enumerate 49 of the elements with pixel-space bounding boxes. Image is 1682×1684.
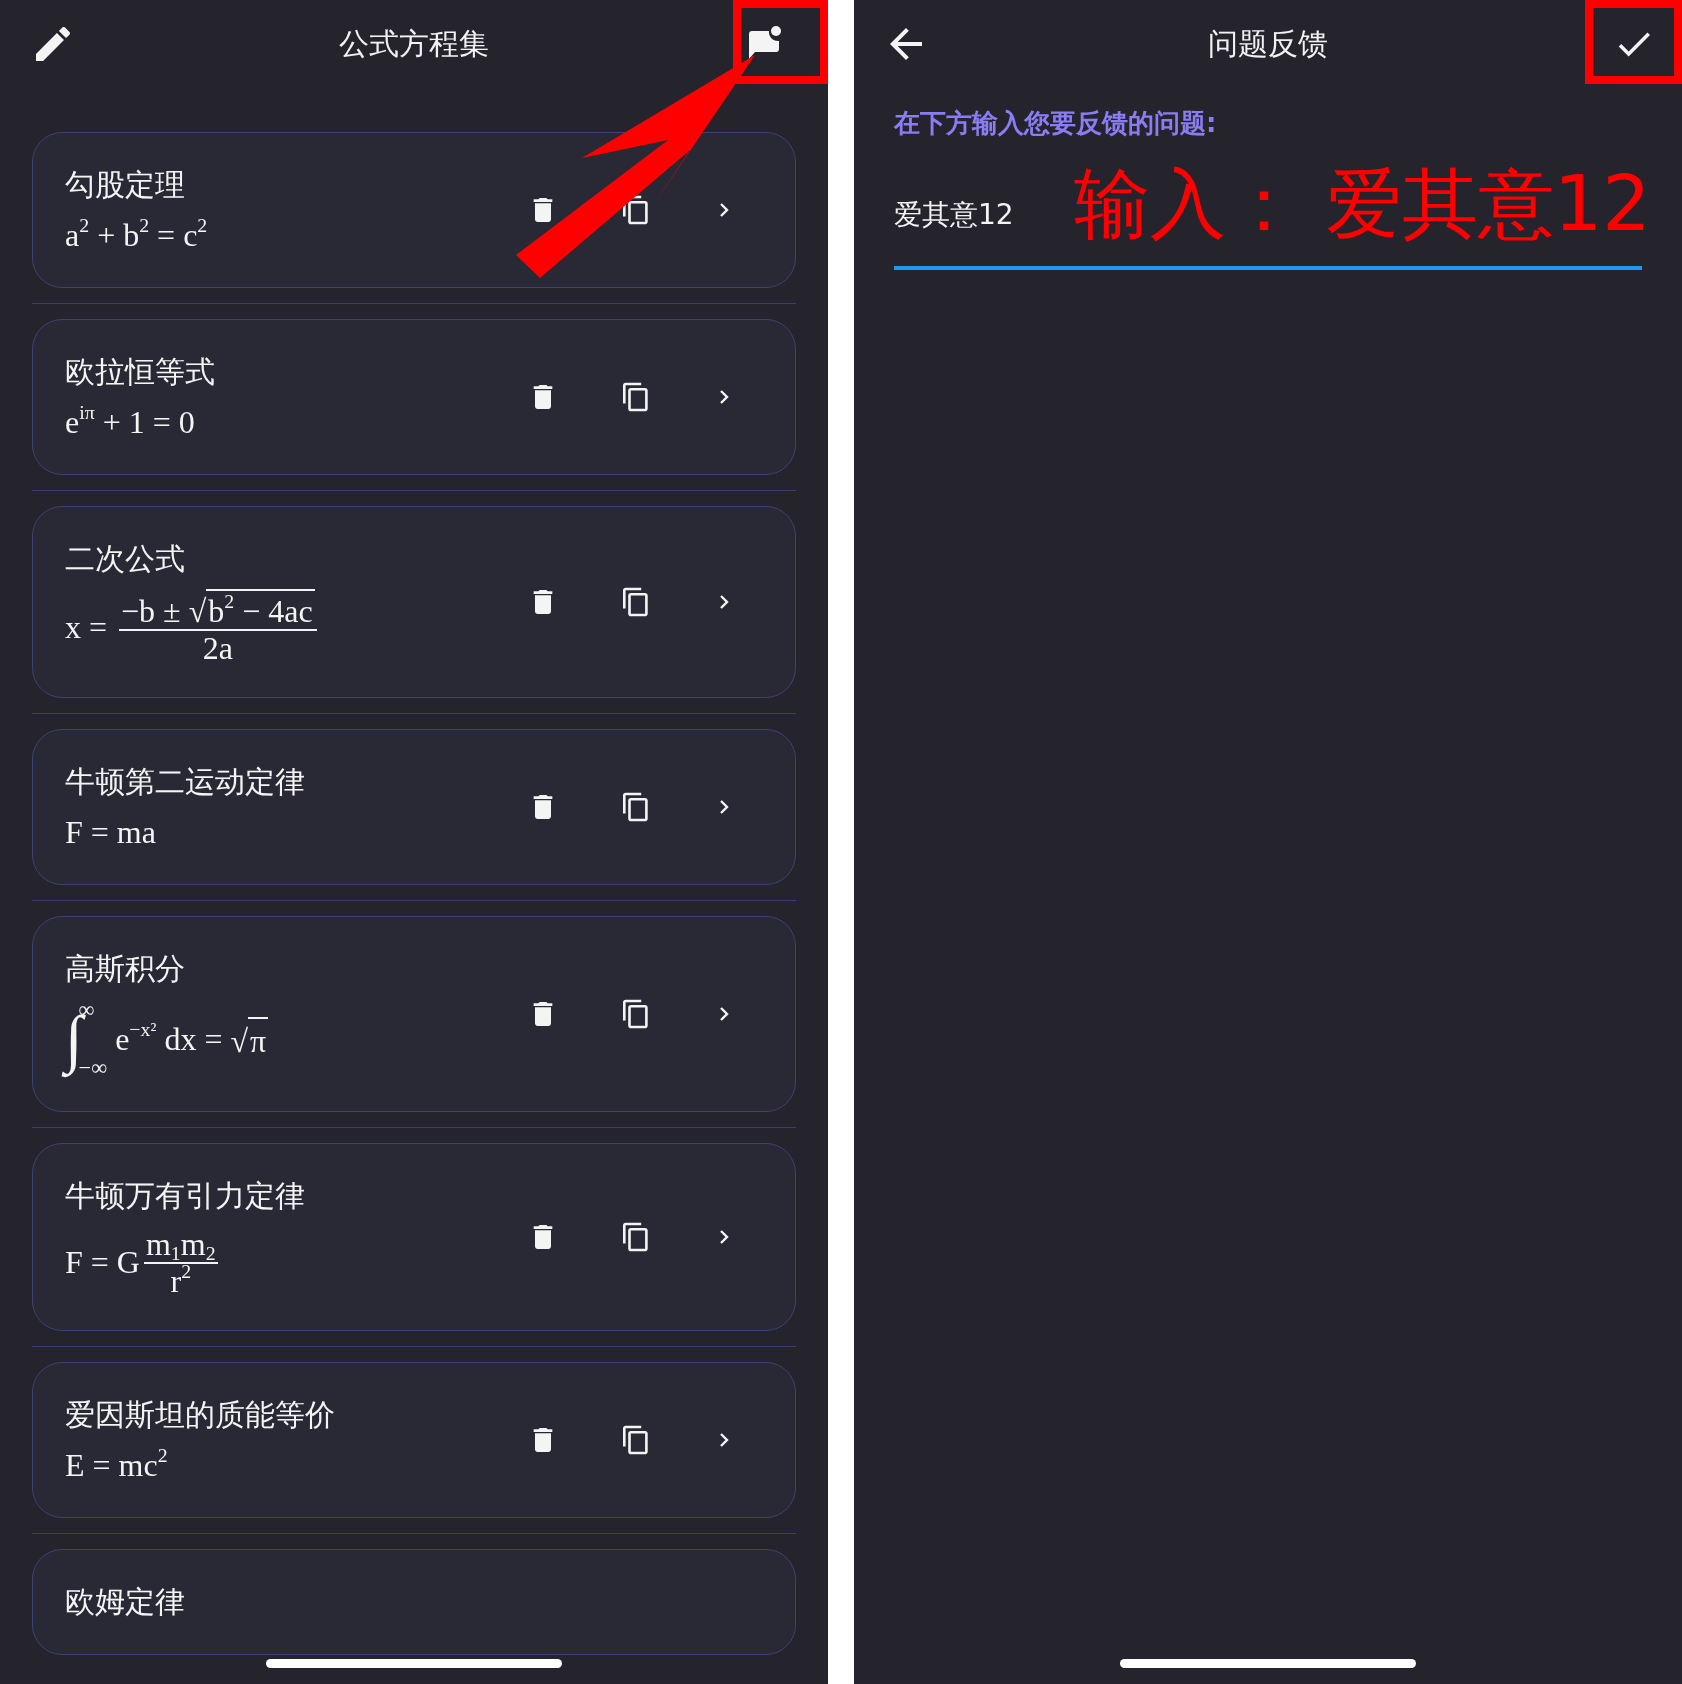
screen-title: 问题反馈 [1208, 26, 1328, 61]
formula-card[interactable]: 牛顿万有引力定律 F = G m$_{1}$m$_{2}$ r$^{2}$ [32, 1143, 796, 1331]
chevron-right-icon[interactable] [719, 389, 729, 405]
chevron-right-icon[interactable] [719, 1229, 729, 1245]
formula-title: 牛顿万有引力定律 [65, 1177, 305, 1215]
trash-icon[interactable] [533, 385, 553, 409]
chevron-right-icon[interactable] [719, 594, 729, 610]
trash-icon[interactable] [533, 198, 553, 222]
formula-title: 欧拉恒等式 [65, 353, 215, 391]
formula-card[interactable]: 欧拉恒等式 e$^{iπ}$ + 1 = 0 [32, 319, 796, 475]
formula-card[interactable]: 欧姆定律 [32, 1549, 796, 1655]
trash-icon[interactable] [533, 590, 553, 614]
formula-title: 高斯积分 [65, 950, 186, 988]
copy-icon[interactable] [623, 1425, 649, 1455]
formula: F = ma [65, 813, 157, 852]
formula: a$^{2}$ + b$^{2}$ = c$^{2}$ [65, 215, 208, 255]
trash-icon[interactable] [533, 795, 553, 819]
trash-icon[interactable] [533, 1428, 553, 1452]
formula-title: 牛顿第二运动定律 [65, 763, 305, 801]
trash-icon[interactable] [533, 1002, 553, 1026]
back-arrow-icon[interactable] [890, 28, 922, 60]
chevron-right-icon[interactable] [719, 1006, 729, 1022]
formula-title: 欧姆定律 [65, 1583, 185, 1621]
feedback-field[interactable]: 爱其意12 [894, 195, 1014, 235]
formula-card[interactable]: 爱因斯坦的质能等价 E = mc$^{2}$ [32, 1362, 796, 1518]
formula: E = mc$^{2}$ [65, 1445, 169, 1485]
screen-title: 公式方程集 [339, 26, 489, 61]
copy-icon[interactable] [623, 999, 649, 1029]
copy-icon[interactable] [623, 587, 649, 617]
formula-card[interactable]: 勾股定理 a$^{2}$ + b$^{2}$ = c$^{2}$ [32, 132, 796, 288]
chevron-right-icon[interactable] [719, 799, 729, 815]
pencil-icon[interactable] [36, 27, 70, 61]
check-icon[interactable] [1618, 31, 1650, 57]
formula: F = G m$_{1}$m$_{2}$ r$^{2}$ [65, 1226, 219, 1298]
copy-icon[interactable] [623, 1222, 649, 1252]
formula: x = −b ± √b$^{2}$ − 4ac 2a [65, 589, 321, 665]
formula-card[interactable]: 牛顿第二运动定律 F = ma [32, 729, 796, 885]
formula-title: 勾股定理 [65, 166, 186, 204]
formula-title: 爱因斯坦的质能等价 [65, 1396, 335, 1434]
feedback-prompt: 在下方输入您要反馈的问题: [894, 107, 1218, 140]
formula-card[interactable]: 二次公式 x = −b ± √b$^{2}$ − 4ac 2a [32, 506, 796, 698]
copy-icon[interactable] [623, 792, 649, 822]
annotation-text: 输入： 爱其意12 [1073, 158, 1651, 250]
formula-title: 二次公式 [65, 540, 186, 578]
trash-icon[interactable] [533, 1225, 553, 1249]
chevron-right-icon[interactable] [719, 202, 729, 218]
formula: e$^{iπ}$ + 1 = 0 [65, 402, 196, 442]
copy-icon[interactable] [623, 382, 649, 412]
chevron-right-icon[interactable] [719, 1432, 729, 1448]
